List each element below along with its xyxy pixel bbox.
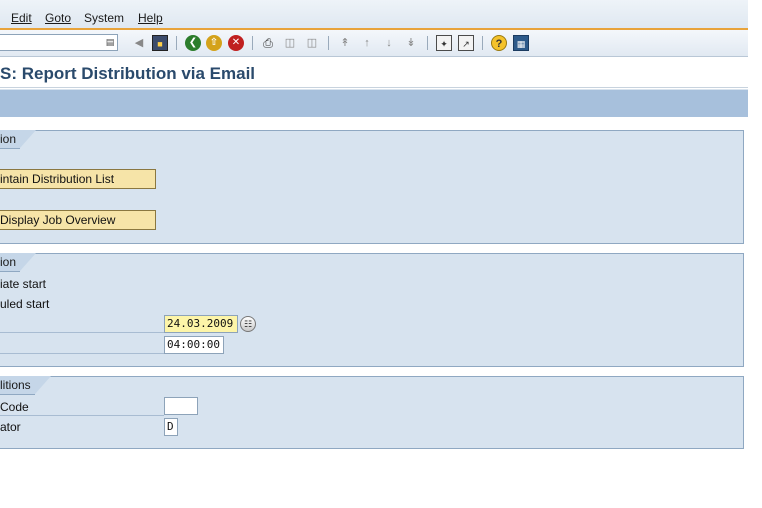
find-icon[interactable]: ◫ — [282, 35, 298, 51]
first-page-icon[interactable]: ↟ — [337, 35, 353, 51]
calendar-icon[interactable]: ☷ — [240, 316, 256, 332]
list-icon[interactable]: ▤ — [105, 36, 115, 48]
group-title: ion — [0, 130, 37, 149]
standard-toolbar: ▤ ◀ ■ ❮ ⇧ ✕ ⎙ ◫ ◫ ↟ ↑ ↓ ↡ ✦ ↗ ? ▦ — [0, 30, 748, 57]
back-arrow-icon[interactable]: ◀ — [131, 35, 147, 51]
cancel-icon[interactable]: ✕ — [228, 35, 244, 51]
menu-help[interactable]: Help — [138, 11, 163, 25]
title-bar: S: Report Distribution via Email — [0, 57, 748, 88]
print-icon[interactable]: ⎙ — [260, 35, 276, 51]
group-title: ion — [0, 253, 37, 272]
application-toolbar — [0, 89, 748, 118]
group-box-actions: ion intain Distribution List Display Job… — [0, 130, 744, 244]
page-title: S: Report Distribution via Email — [0, 64, 256, 83]
scheduled-start-option[interactable]: uled start — [0, 297, 49, 311]
group-title: litions — [0, 376, 51, 395]
toolbar-separator — [328, 36, 329, 50]
row-divider — [0, 415, 164, 416]
row-divider — [0, 353, 164, 354]
command-field[interactable]: ▤ — [0, 34, 118, 51]
code-label: Code — [0, 400, 29, 414]
menu-system[interactable]: System — [84, 11, 124, 25]
next-page-icon[interactable]: ↓ — [381, 35, 397, 51]
menu-bar: Edit Goto System Help — [0, 0, 748, 30]
save-icon[interactable]: ■ — [152, 35, 168, 51]
group-box-additional-conditions: litions Code ator D — [0, 376, 744, 449]
find-next-icon[interactable]: ◫ — [304, 35, 320, 51]
menu-goto[interactable]: Goto — [45, 11, 71, 25]
indicator-label: ator — [0, 420, 21, 434]
create-session-icon[interactable]: ✦ — [436, 35, 452, 51]
start-date-field[interactable]: 24.03.2009 — [164, 315, 238, 333]
exit-icon[interactable]: ⇧ — [206, 35, 222, 51]
work-area: ion intain Distribution List Display Job… — [0, 117, 748, 458]
maintain-distribution-list-button[interactable]: intain Distribution List — [0, 169, 156, 189]
layout-menu-icon[interactable]: ▦ — [513, 35, 529, 51]
toolbar-separator — [427, 36, 428, 50]
toolbar-separator — [482, 36, 483, 50]
toolbar-separator — [252, 36, 253, 50]
last-page-icon[interactable]: ↡ — [403, 35, 419, 51]
immediate-start-option[interactable]: iate start — [0, 277, 46, 291]
toolbar-separator — [176, 36, 177, 50]
shortcut-icon[interactable]: ↗ — [458, 35, 474, 51]
menu-edit[interactable]: Edit — [11, 11, 32, 25]
start-time-field[interactable]: 04:00:00 — [164, 336, 224, 354]
green-back-icon[interactable]: ❮ — [185, 35, 201, 51]
previous-page-icon[interactable]: ↑ — [359, 35, 375, 51]
sap-window: Edit Goto System Help ▤ ◀ ■ ❮ ⇧ ✕ ⎙ ◫ ◫ … — [0, 0, 748, 458]
display-job-overview-button[interactable]: Display Job Overview — [0, 210, 156, 230]
group-box-start-conditions: ion iate start uled start 24.03.2009 ☷ 0… — [0, 253, 744, 367]
help-icon[interactable]: ? — [491, 35, 507, 51]
indicator-field[interactable]: D — [164, 418, 178, 436]
row-divider — [0, 332, 164, 333]
code-field[interactable] — [164, 397, 198, 415]
